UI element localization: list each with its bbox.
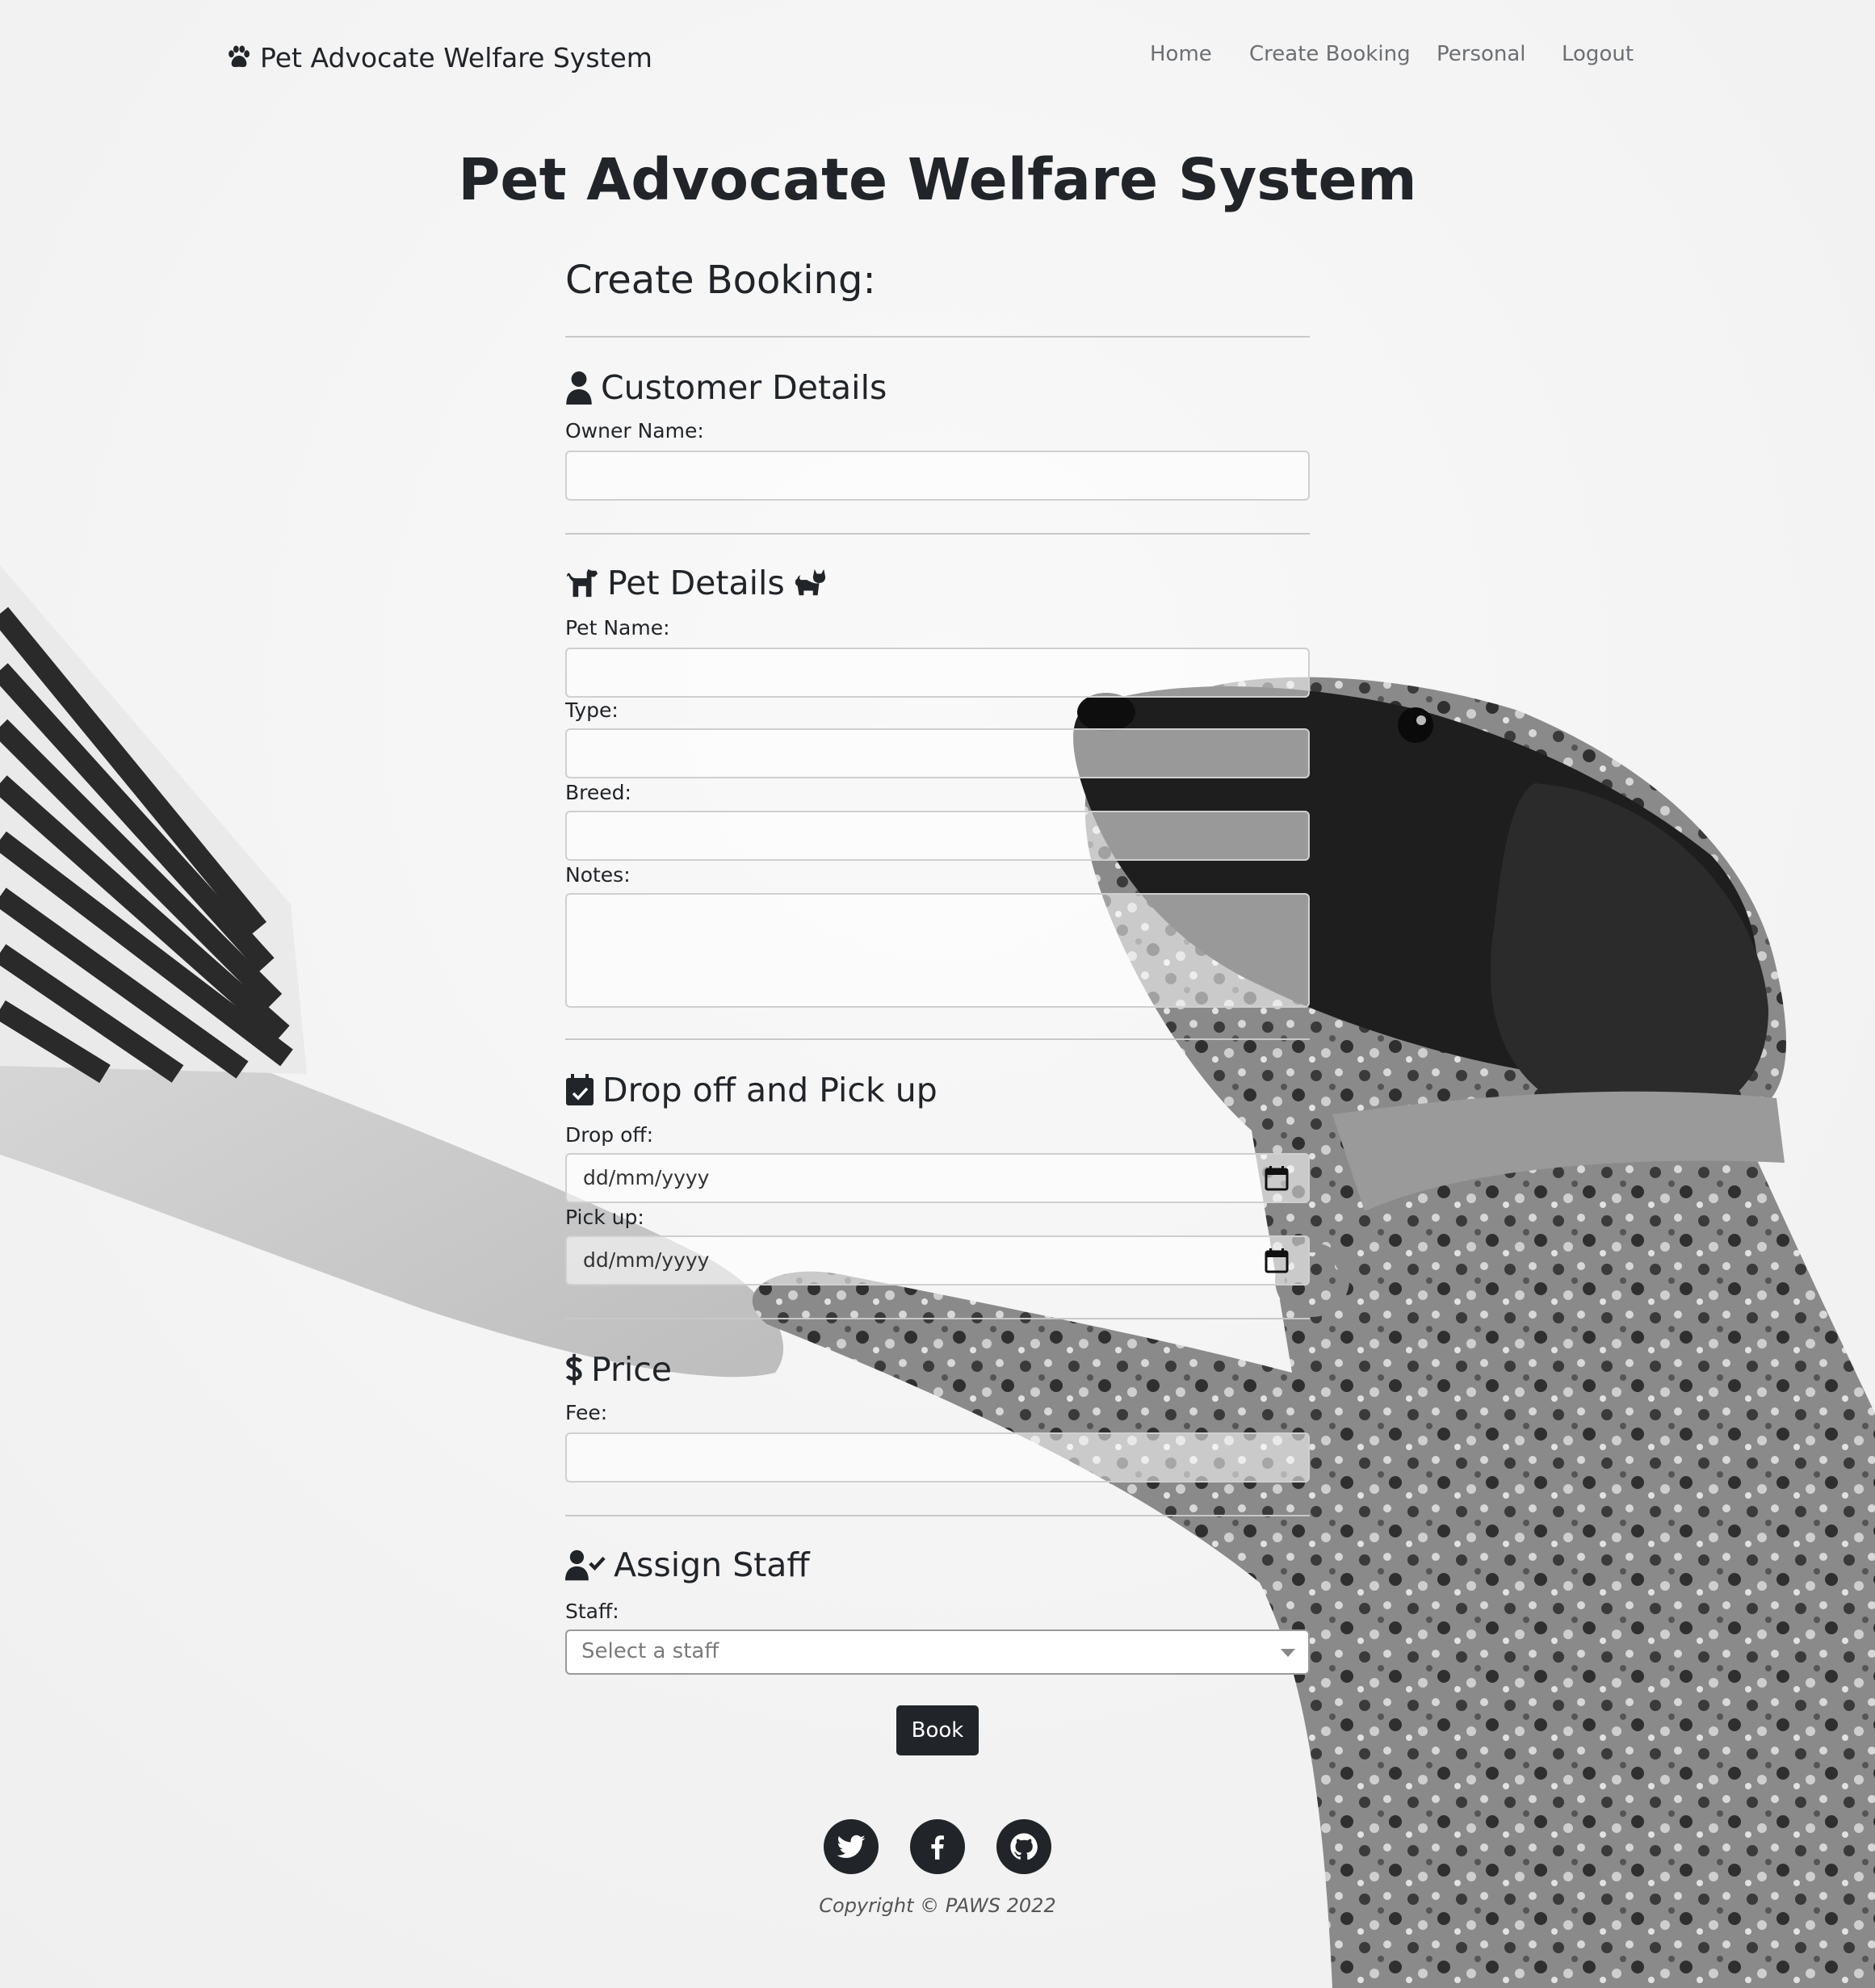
divider — [565, 1515, 1310, 1516]
book-button[interactable]: Book — [896, 1705, 979, 1755]
dollar-icon — [565, 1353, 583, 1386]
owner-name-label: Owner Name: — [565, 419, 704, 442]
pickup-date-input[interactable]: dd/mm/yyyy — [565, 1235, 1310, 1285]
pickup-label: Pick up: — [565, 1206, 644, 1229]
pet-notes-textarea[interactable] — [565, 893, 1310, 1008]
fee-input[interactable] — [565, 1432, 1310, 1483]
pet-breed-label: Breed: — [565, 781, 631, 804]
paw-icon — [229, 45, 250, 68]
copyright-text: Copyright © PAWS 2022 — [819, 1894, 1056, 1917]
resize-handle-icon[interactable] — [1298, 996, 1306, 1004]
dropoff-date-input[interactable]: dd/mm/yyyy — [565, 1153, 1310, 1203]
section-schedule-heading: Drop off and Pick up — [565, 1069, 938, 1111]
owner-name-input[interactable] — [565, 451, 1310, 501]
dog-icon — [566, 568, 598, 598]
chevron-down-icon — [1281, 1649, 1295, 1657]
section-price-title: Price — [591, 1350, 673, 1389]
page-title: Pet Advocate Welfare System — [458, 146, 1417, 213]
pet-breed-input[interactable] — [565, 811, 1310, 861]
divider — [565, 1318, 1310, 1319]
facebook-link[interactable] — [910, 1819, 965, 1874]
divider — [565, 533, 1310, 535]
divider — [565, 1038, 1310, 1040]
facebook-icon — [931, 1835, 944, 1860]
staff-select-placeholder: Select a staff — [581, 1639, 719, 1663]
section-customer-heading: Customer Details — [565, 367, 887, 409]
staff-select[interactable]: Select a staff — [565, 1629, 1310, 1675]
navbar-brand[interactable]: Pet Advocate Welfare System — [224, 39, 652, 76]
twitter-icon — [837, 1835, 866, 1858]
calendar-icon[interactable] — [1265, 1248, 1289, 1273]
fee-label: Fee: — [565, 1401, 608, 1424]
brand-text: Pet Advocate Welfare System — [260, 41, 652, 73]
calendar-icon[interactable] — [1265, 1165, 1289, 1191]
section-staff-heading: Assign Staff — [565, 1544, 810, 1586]
dropoff-date-placeholder: dd/mm/yyyy — [583, 1166, 710, 1189]
pet-name-input[interactable] — [565, 648, 1310, 698]
dropoff-label: Drop off: — [565, 1123, 654, 1147]
form-title: Create Booking: — [565, 258, 876, 303]
pet-type-label: Type: — [565, 698, 619, 722]
nav-create-booking[interactable]: Create Booking — [1249, 42, 1411, 66]
section-pet-heading: Pet Details — [565, 562, 827, 604]
twitter-link[interactable] — [824, 1819, 879, 1874]
section-schedule-title: Drop off and Pick up — [602, 1071, 938, 1109]
pet-name-label: Pet Name: — [565, 616, 670, 640]
section-price-heading: Price — [565, 1348, 672, 1390]
pet-type-input[interactable] — [565, 728, 1310, 778]
user-check-icon — [565, 1550, 606, 1581]
github-link[interactable] — [996, 1819, 1051, 1874]
nav-personal[interactable]: Personal — [1437, 42, 1526, 66]
user-icon — [566, 371, 592, 405]
section-customer-title: Customer Details — [601, 368, 887, 407]
calendar-check-icon — [566, 1074, 594, 1105]
nav-logout[interactable]: Logout — [1562, 42, 1634, 66]
nav-home[interactable]: Home — [1150, 42, 1212, 66]
section-pet-title: Pet Details — [607, 564, 785, 602]
staff-label: Staff: — [565, 1600, 619, 1623]
divider — [565, 336, 1310, 338]
github-icon — [1010, 1833, 1038, 1860]
pet-notes-label: Notes: — [565, 863, 631, 887]
cat-icon — [795, 568, 825, 596]
pickup-date-placeholder: dd/mm/yyyy — [583, 1248, 710, 1272]
section-staff-title: Assign Staff — [614, 1546, 810, 1584]
